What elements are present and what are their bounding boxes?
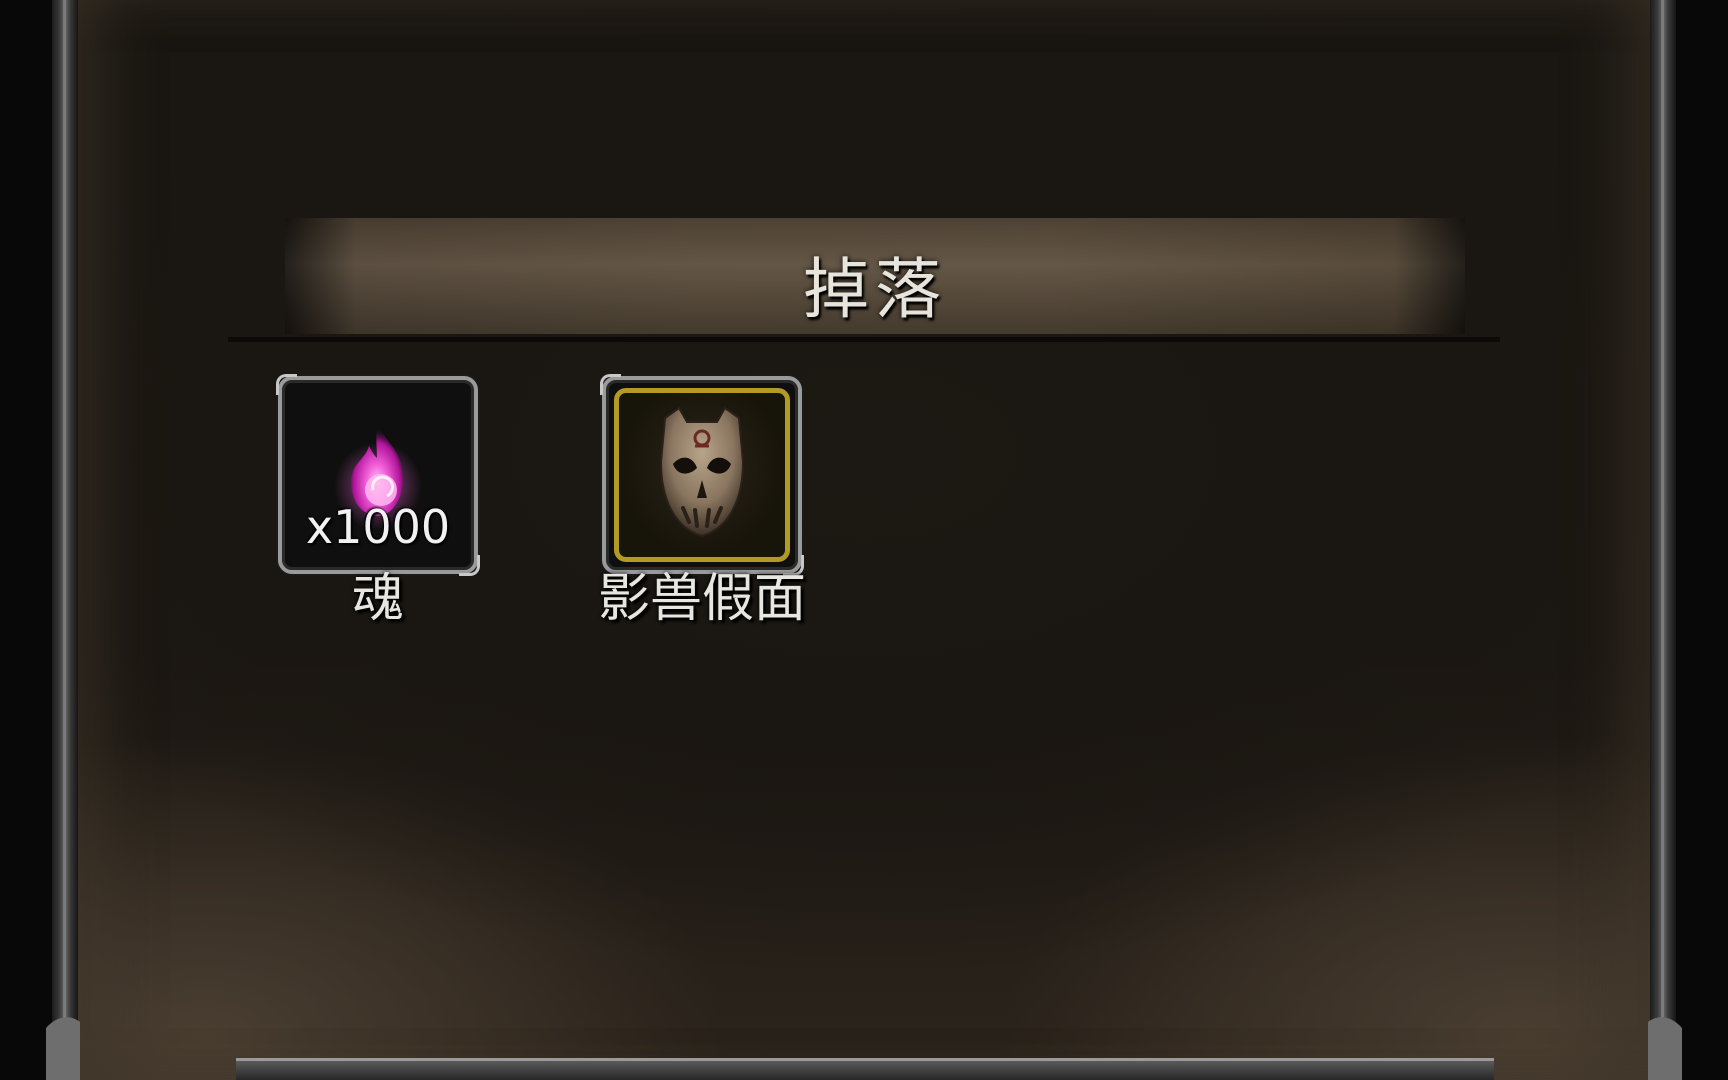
mask-icon	[659, 406, 745, 538]
right-frame-rail	[1650, 0, 1676, 1080]
left-frame-rail	[52, 0, 78, 1080]
title-banner: 掉落	[285, 218, 1465, 334]
soul-count: x1000	[305, 500, 451, 554]
drop-slot-soul[interactable]: x1000	[276, 374, 480, 576]
bottom-frame-bar	[236, 1058, 1494, 1080]
title-divider	[228, 337, 1500, 342]
drop-name-mask: 影兽假面	[597, 569, 806, 629]
drop-name-soul: 魂	[351, 569, 404, 629]
drop-slot-mask[interactable]	[600, 374, 804, 576]
panel-title: 掉落	[803, 251, 947, 328]
game-screen: 掉落 x1000 魂 影兽假面	[0, 0, 1728, 1080]
